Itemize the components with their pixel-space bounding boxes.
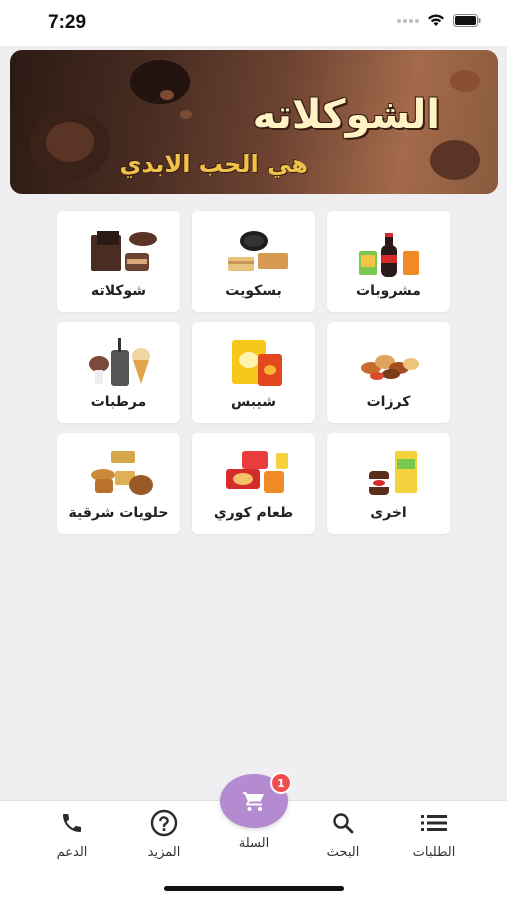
battery-icon <box>453 14 481 27</box>
nav-search[interactable]: البحث <box>298 809 388 865</box>
category-korean-food[interactable]: طعام كوري <box>192 433 315 534</box>
wifi-icon <box>428 14 444 26</box>
nav-support-label: الدعم <box>56 845 88 860</box>
other-food-icon <box>369 451 417 495</box>
promo-banner[interactable]: الشوكلاته هي الحب الابدي <box>10 50 498 194</box>
status-time: 7:29 <box>48 12 87 33</box>
banner-decoration <box>180 110 192 119</box>
biscuits-icon <box>228 231 288 271</box>
status-bar: 7:29 <box>0 0 507 46</box>
category-chocolate[interactable]: شوكلاته <box>57 211 180 312</box>
category-label: كرزات <box>366 394 411 410</box>
category-drinks[interactable]: مشروبات <box>327 211 450 312</box>
nav-orders-label: الطلبات <box>412 845 456 860</box>
oriental-sweets-icon <box>91 451 153 495</box>
nuts-icon <box>361 355 419 380</box>
banner-decoration <box>160 90 174 100</box>
signal-icon <box>397 18 419 23</box>
cart-button[interactable]: 1 <box>220 772 292 828</box>
cart-badge: 1 <box>270 772 292 794</box>
category-other[interactable]: اخرى <box>327 433 450 534</box>
category-ice-cream[interactable]: مرطبات <box>57 322 180 423</box>
drinks-icon <box>359 233 419 277</box>
chocolate-icon <box>91 231 157 271</box>
ice-cream-icon <box>89 338 150 386</box>
nav-support[interactable]: الدعم <box>27 809 117 865</box>
search-icon <box>333 813 354 834</box>
banner-subtitle: هي الحب الابدي <box>119 150 308 178</box>
list-icon <box>421 815 447 831</box>
category-label: طعام كوري <box>213 505 294 521</box>
banner-decoration <box>450 70 480 92</box>
status-icons <box>397 14 481 27</box>
banner-decoration <box>430 140 480 180</box>
chips-icon <box>232 340 282 386</box>
category-biscuits[interactable]: بسكويت <box>192 211 315 312</box>
category-label: مشروبات <box>356 283 421 299</box>
banner-title: الشوكلاته <box>252 92 440 138</box>
category-chips[interactable]: شيبس <box>192 322 315 423</box>
help-icon <box>150 809 178 837</box>
cart-icon <box>243 792 264 811</box>
nav-search-label: البحث <box>326 845 360 860</box>
banner-decoration <box>46 122 94 162</box>
category-label: اخرى <box>370 505 407 521</box>
category-oriental-sweets[interactable]: حلويات شرقية <box>57 433 180 534</box>
nav-more[interactable]: المزيد <box>119 809 209 865</box>
category-label: شوكلاته <box>90 283 147 299</box>
phone-icon <box>63 814 81 832</box>
korean-food-icon <box>226 451 288 493</box>
category-label: شيبس <box>231 394 276 410</box>
home-indicator <box>164 886 344 891</box>
category-label: بسكويت <box>225 283 282 299</box>
category-grid: شوكلاته بسكويت مشروبات مرطبات شيبس كرزات… <box>57 211 450 534</box>
category-label: حلويات شرقية <box>68 505 169 521</box>
nav-orders[interactable]: الطلبات <box>389 809 479 865</box>
nav-cart-label[interactable]: السلة <box>218 836 290 851</box>
category-nuts[interactable]: كرزات <box>327 322 450 423</box>
category-label: مرطبات <box>90 394 147 410</box>
nav-more-label: المزيد <box>147 845 181 860</box>
